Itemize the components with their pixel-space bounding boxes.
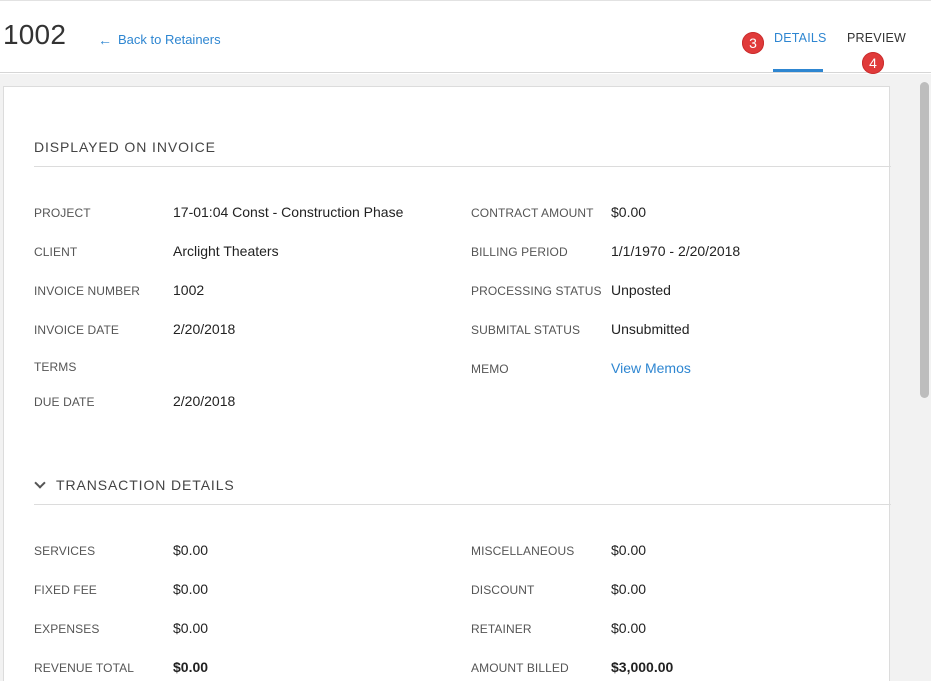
label-expenses: EXPENSES — [34, 622, 100, 636]
label-fixed-fee: FIXED FEE — [34, 583, 97, 597]
value-fixed-fee: $0.00 — [173, 581, 209, 597]
section-title-transaction-details: TRANSACTION DETAILS — [56, 477, 235, 493]
view-memos-link[interactable]: View Memos — [611, 360, 691, 376]
value-client: Arclight Theaters — [173, 243, 279, 259]
section-divider — [34, 166, 891, 167]
label-services: SERVICES — [34, 544, 96, 558]
back-to-retainers-link[interactable]: ← Back to Retainers — [98, 32, 221, 47]
value-services: $0.00 — [173, 542, 209, 558]
value-discount: $0.00 — [611, 581, 647, 597]
label-invoice-date: INVOICE DATE — [34, 323, 119, 337]
label-amount-billed: AMOUNT BILLED — [471, 661, 569, 675]
label-project: PROJECT — [34, 206, 91, 220]
section-header-transaction-details[interactable]: TRANSACTION DETAILS — [34, 477, 235, 493]
label-submital-status: SUBMITAL STATUS — [471, 323, 581, 337]
label-processing-status: PROCESSING STATUS — [471, 284, 602, 298]
value-due-date: 2/20/2018 — [173, 393, 236, 409]
label-terms: TERMS — [34, 360, 77, 374]
page-header: 1002 ← Back to Retainers 3 DETAILS PREVI… — [0, 0, 931, 74]
step-badge-3: 3 — [742, 32, 764, 54]
back-link-label: Back to Retainers — [118, 32, 221, 47]
value-invoice-number: 1002 — [173, 282, 205, 298]
value-revenue-total: $0.00 — [173, 659, 209, 675]
section-divider — [34, 504, 891, 505]
chevron-down-icon[interactable] — [34, 477, 46, 489]
tab-details[interactable]: DETAILS — [774, 31, 827, 45]
step-badge-4: 4 — [862, 52, 884, 74]
value-processing-status: Unposted — [611, 282, 671, 298]
value-expenses: $0.00 — [173, 620, 209, 636]
section-title-displayed-on-invoice: DISPLAYED ON INVOICE — [34, 139, 216, 155]
vertical-scrollbar-thumb[interactable] — [920, 82, 929, 398]
value-invoice-date: 2/20/2018 — [173, 321, 236, 337]
value-submital-status: Unsubmitted — [611, 321, 690, 337]
label-retainer: RETAINER — [471, 622, 532, 636]
label-revenue-total: REVENUE TOTAL — [34, 661, 134, 675]
retainer-detail-card: DISPLAYED ON INVOICE PROJECT 17-01:04 Co… — [3, 86, 891, 681]
label-miscellaneous: MISCELLANEOUS — [471, 544, 575, 558]
label-invoice-number: INVOICE NUMBER — [34, 284, 141, 298]
value-contract-amount: $0.00 — [611, 204, 647, 220]
value-billing-period: 1/1/1970 - 2/20/2018 — [611, 243, 741, 259]
value-project: 17-01:04 Const - Construction Phase — [173, 204, 404, 220]
label-contract-amount: CONTRACT AMOUNT — [471, 206, 594, 220]
label-billing-period: BILLING PERIOD — [471, 245, 568, 259]
page-title: 1002 — [3, 19, 67, 50]
arrow-left-icon: ← — [98, 31, 112, 48]
active-tab-indicator — [773, 69, 823, 72]
label-due-date: DUE DATE — [34, 395, 95, 409]
value-retainer: $0.00 — [611, 620, 647, 636]
label-discount: DISCOUNT — [471, 583, 535, 597]
value-amount-billed: $3,000.00 — [611, 659, 674, 675]
tab-preview[interactable]: PREVIEW — [847, 31, 906, 45]
label-memo: MEMO — [471, 362, 509, 376]
value-miscellaneous: $0.00 — [611, 542, 647, 558]
label-client: CLIENT — [34, 245, 78, 259]
